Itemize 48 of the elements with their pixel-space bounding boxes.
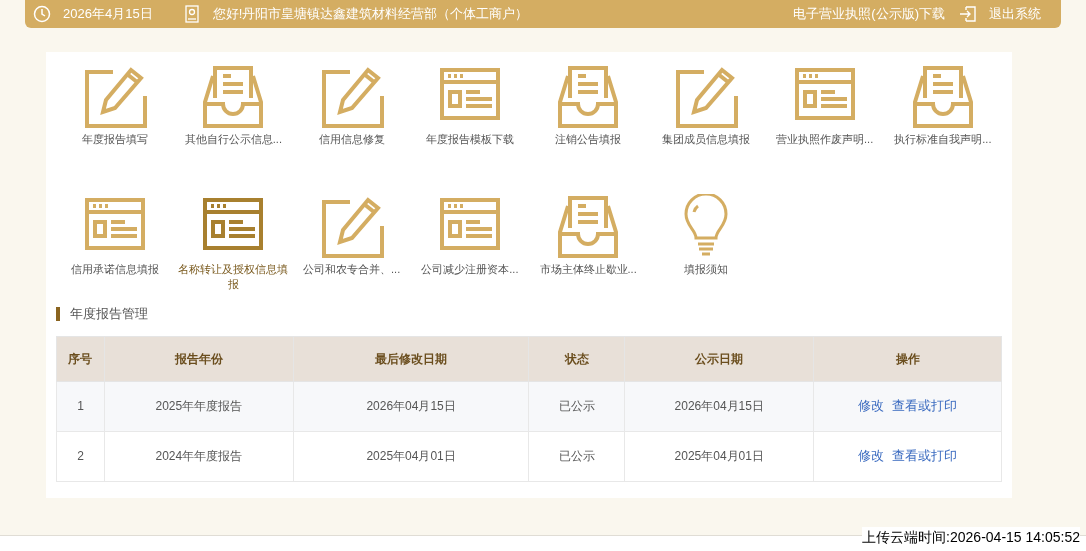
clock-icon xyxy=(33,5,51,23)
inbox-document-icon xyxy=(910,64,975,128)
table-cell: 已公示 xyxy=(528,381,625,431)
table-cell: 2025年04月01日 xyxy=(293,431,529,481)
table-cell: 1 xyxy=(56,381,105,431)
shortcut-item[interactable]: 年度报告填写 xyxy=(56,64,175,180)
user-badge-icon xyxy=(184,5,199,23)
column-header: 报告年份 xyxy=(104,336,294,381)
column-header: 操作 xyxy=(813,336,1002,381)
section-title: 年度报告管理 xyxy=(70,305,148,323)
action-link[interactable]: 修改 xyxy=(858,448,885,464)
greeting-text: 您好!丹阳市皇塘镇达鑫建筑材料经营部（个体工商户） xyxy=(212,5,529,24)
table-cell: 2025年年度报告 xyxy=(104,381,294,431)
table-cell: 2 xyxy=(56,431,105,481)
section-marker xyxy=(56,306,60,321)
shortcut-item[interactable]: 公司和农专合并、... xyxy=(292,194,411,310)
shortcut-item[interactable]: 注销公告填报 xyxy=(529,64,648,180)
table-cell: 2026年04月15日 xyxy=(293,381,529,431)
shortcut-item[interactable]: 信用信息修复 xyxy=(292,64,411,180)
logout-icon xyxy=(959,5,977,23)
table-cell: 2025年04月01日 xyxy=(624,431,814,481)
pencil-edit-icon xyxy=(674,64,739,128)
column-header: 序号 xyxy=(56,336,105,381)
action-link[interactable]: 查看或打印 xyxy=(892,448,958,464)
date-text: 2026年4月15日 xyxy=(63,5,153,24)
shortcut-item[interactable]: 公司减少注册资本... xyxy=(410,194,529,310)
pencil-edit-icon xyxy=(83,64,148,128)
shortcut-item[interactable]: 市场主体终止歇业... xyxy=(529,194,648,310)
shortcut-item[interactable]: 执行标准自我声明... xyxy=(883,64,1002,180)
column-header: 公示日期 xyxy=(624,336,814,381)
column-header: 最后修改日期 xyxy=(293,336,529,381)
shortcut-item[interactable]: 年度报告模板下载 xyxy=(410,64,529,180)
action-link[interactable]: 查看或打印 xyxy=(892,398,958,414)
shortcut-item[interactable]: 集团成员信息填报 xyxy=(647,64,766,180)
table-cell: 已公示 xyxy=(528,431,625,481)
shortcut-item[interactable]: 其他自行公示信息... xyxy=(174,64,293,180)
table-cell: 2026年04月15日 xyxy=(624,381,814,431)
pencil-edit-icon xyxy=(319,64,384,128)
inbox-document-icon xyxy=(201,64,266,128)
shortcut-item[interactable]: 营业执照作废声明... xyxy=(765,64,884,180)
inbox-document-icon xyxy=(556,64,621,128)
column-header: 状态 xyxy=(528,336,625,381)
table-cell: 2024年年度报告 xyxy=(104,431,294,481)
inbox-document-icon xyxy=(556,194,621,258)
action-link[interactable]: 修改 xyxy=(858,398,885,414)
shortcut-item[interactable]: 填报须知 xyxy=(647,194,766,310)
pencil-edit-icon xyxy=(319,194,384,258)
shortcut-item[interactable]: 名称转让及授权信息填报 xyxy=(174,194,293,310)
